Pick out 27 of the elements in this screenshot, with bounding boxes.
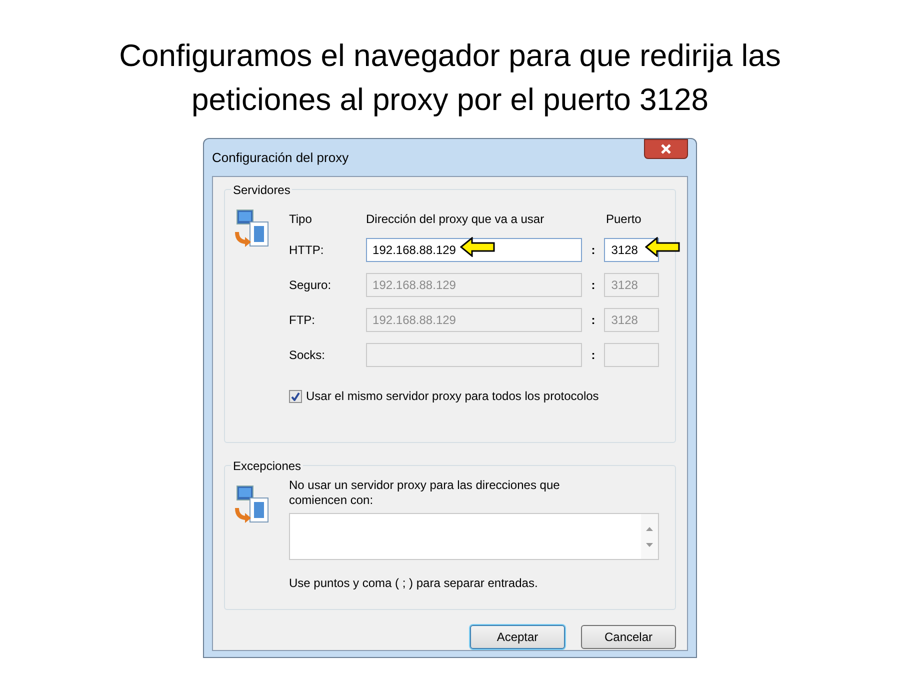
dialog-button[interactable]: Cancelar: [581, 625, 676, 649]
dialog-button[interactable]: Aceptar: [470, 625, 565, 649]
protocol-label: Socks:: [289, 347, 326, 364]
close-icon: [660, 144, 672, 154]
checkbox[interactable]: [289, 390, 302, 402]
slide-title: Configuramos el navegador para que redirija las peticiones al proxy por el puerto 3128: [118, 37, 782, 119]
column-header: Puerto: [606, 211, 642, 228]
scrollbar[interactable]: [641, 514, 658, 559]
colon-separator: :: [590, 242, 596, 259]
protocol-label: Seguro:: [289, 277, 332, 294]
protocol-label: HTTP:: [289, 242, 325, 259]
hint-text: Use puntos y coma ( ; ) para separar entradas.: [289, 575, 539, 592]
colon-separator: :: [590, 347, 596, 364]
checkmark-icon: [291, 392, 300, 400]
window-title: Configuración del proxy: [212, 148, 349, 167]
down-arrow-icon[interactable]: [646, 542, 653, 546]
exceptions-textarea[interactable]: [289, 513, 659, 560]
column-header: Tipo: [289, 211, 313, 228]
column-header: Dirección del proxy que va a usar: [366, 211, 546, 228]
close-button[interactable]: [644, 139, 688, 159]
colon-separator: :: [590, 277, 596, 294]
protocol-label: FTP:: [289, 312, 316, 329]
checkbox-label: Usar el mismo servidor proxy para todos los protocolos: [306, 388, 599, 405]
up-arrow-icon[interactable]: [646, 526, 653, 530]
address-field[interactable]: 192.168.88.129: [366, 238, 582, 262]
description-text: No usar un servidor proxy para las direcciones que comiencen con:: [289, 478, 561, 508]
colon-separator: :: [590, 312, 596, 329]
